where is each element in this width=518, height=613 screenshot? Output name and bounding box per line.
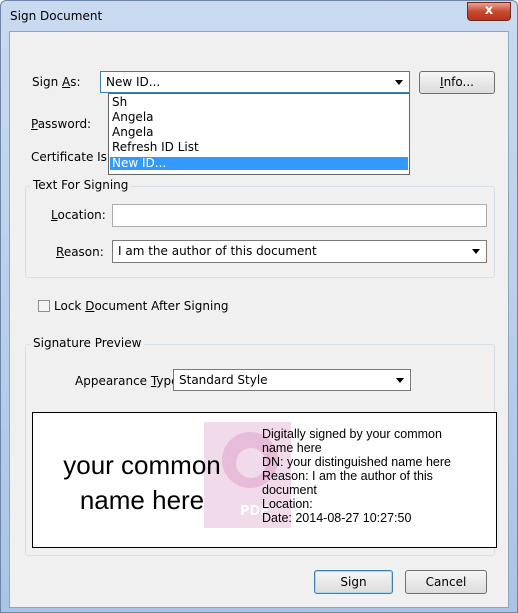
signature-name-line-1: your common [63, 450, 221, 480]
signature-detail-line: name here [262, 441, 322, 455]
password-label: Password: [31, 117, 92, 131]
chevron-down-icon [472, 249, 480, 254]
signature-preview-box: PDF your common name here Digitally sign… [32, 412, 497, 548]
chevron-down-icon [396, 378, 404, 383]
cancel-button[interactable]: Cancel [405, 570, 487, 594]
dropdown-option[interactable]: Sh [110, 96, 408, 109]
signature-detail-line: Digitally signed by your common [262, 427, 442, 441]
sign-as-value: New ID... [106, 75, 161, 89]
appearance-type-label: Appearance Type: [75, 374, 183, 388]
dialog-title: Sign Document [10, 9, 103, 23]
sign-as-dropdown-list: Sh Angela Angela Refresh ID List New ID.… [108, 93, 410, 175]
text-for-signing-group [25, 186, 495, 278]
lock-document-checkbox[interactable] [38, 300, 50, 312]
location-input[interactable] [112, 204, 487, 227]
reason-dropdown[interactable]: I am the author of this document [112, 240, 487, 263]
reason-label: Reason: [56, 245, 104, 259]
lock-document-label[interactable]: Lock Document After Signing [54, 299, 229, 313]
signature-name-line-2: name here [79, 485, 205, 515]
dropdown-option[interactable]: Angela [110, 111, 408, 124]
chevron-down-icon [395, 80, 403, 85]
dropdown-option[interactable]: Angela [110, 126, 408, 139]
dialog-body: Sign As: New ID... Info... Password: Cer… [9, 31, 509, 608]
sign-as-label: Sign As: [32, 75, 81, 89]
dropdown-option-selected[interactable]: New ID... [110, 157, 408, 170]
certificate-issuer-label: Certificate Is [31, 150, 107, 164]
text-for-signing-title: Text For Signing [30, 178, 132, 192]
sign-button[interactable]: Sign [314, 570, 393, 594]
appearance-type-dropdown[interactable]: Standard Style [173, 369, 411, 391]
signature-detail-line: Date: 2014-08-27 10:27:50 [262, 511, 412, 525]
reason-value: I am the author of this document [118, 244, 317, 258]
dropdown-option[interactable]: Refresh ID List [110, 141, 408, 154]
signature-detail-line: Reason: I am the author of this [262, 469, 433, 483]
appearance-type-value: Standard Style [179, 373, 268, 387]
location-label: Location: [51, 208, 106, 222]
sign-document-dialog: Sign Document x Sign As: New ID... Info.… [0, 0, 518, 613]
sign-as-dropdown[interactable]: New ID... [100, 71, 410, 93]
signature-preview-title: Signature Preview [30, 336, 145, 350]
signature-detail-line: document [262, 483, 317, 497]
close-icon: x [484, 3, 494, 18]
close-button[interactable]: x [467, 2, 511, 21]
signature-detail-line: Location: [262, 497, 313, 511]
title-bar[interactable]: Sign Document x [1, 1, 517, 31]
info-button[interactable]: Info... [419, 71, 495, 94]
signature-detail-line: DN: your distinguished name here [262, 455, 451, 469]
